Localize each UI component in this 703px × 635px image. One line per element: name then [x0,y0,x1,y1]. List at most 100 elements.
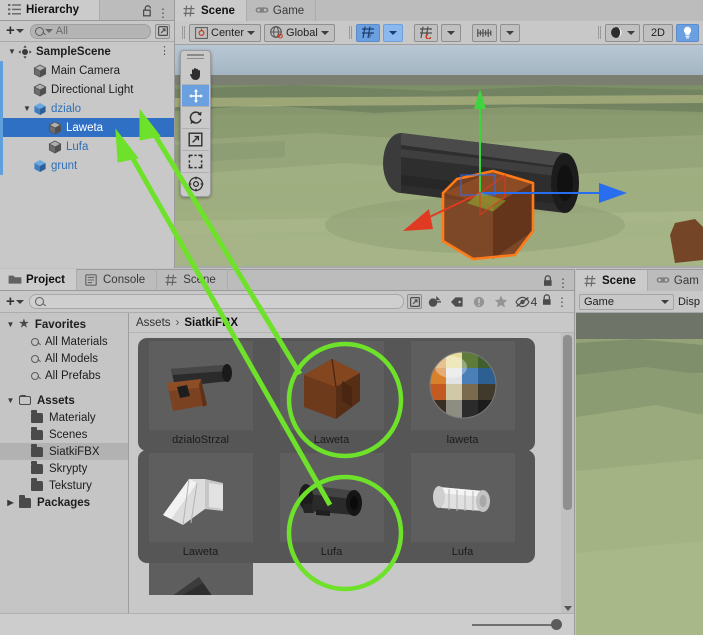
gameobject-cube-icon [33,63,47,78]
hand-tool[interactable] [182,62,209,84]
thumbnail-zoom-slider[interactable] [472,619,562,630]
project-tree-item-materialy[interactable]: Materialy [0,409,128,426]
mode-2d-button[interactable]: 2D [642,23,673,42]
scene-viewport[interactable] [175,45,703,268]
asset-item-dzialoStrzal[interactable]: dzialoStrzal [135,341,266,446]
hierarchy-item-label: Directional Light [51,83,134,96]
project-search-popout-button[interactable] [407,294,422,309]
project-tree-item-all-materials[interactable]: All Materials [0,333,128,350]
project-search-input[interactable] [28,294,404,309]
game-viewport[interactable] [576,313,703,635]
kebab-menu-icon[interactable]: ⋮ [557,277,569,289]
kebab-menu-icon[interactable]: ⋮ [159,46,170,57]
asset-item-Laweta[interactable]: Laweta [135,453,266,558]
project-tree-item-favorites[interactable]: ▼ ★ Favorites [0,316,128,333]
game-view-dropdown[interactable]: Game [579,293,674,310]
hierarchy-search-input[interactable]: All [29,23,151,39]
label-tag-icon[interactable] [447,293,466,310]
asset-label: dzialoStrzal [172,434,229,446]
hierarchy-item-main-camera[interactable]: Main Camera [0,61,174,80]
project-tree-item-scenes[interactable]: Scenes [0,426,128,443]
scene-tab-scene[interactable]: Scene [175,0,247,21]
hierarchy-item-label: Lufa [66,140,89,153]
expand-arrow-icon[interactable]: ▶ [5,498,16,507]
palette-drag-handle[interactable] [187,53,204,60]
grid-axis-button[interactable]: Y [355,23,380,42]
asset-thumbnail [148,341,253,430]
expand-arrow-icon[interactable]: ▼ [21,104,33,113]
asset-grid[interactable]: dzialoStrzal Laweta laweta Laweta Lufa Lufa [129,333,574,613]
hierarchy-item-lufa[interactable]: Lufa [0,137,174,156]
kebab-menu-icon[interactable]: ⋮ [556,296,568,308]
favorite-star-icon[interactable] [491,293,510,310]
pivot-mode-button[interactable]: Center [189,23,262,42]
hierarchy-item-samplescene[interactable]: ▼ SampleScene ⋮ [0,42,174,61]
project-tab-scene[interactable]: Scene [157,269,228,290]
scene-light-toggle[interactable] [676,23,699,42]
project-tree-item-all-models[interactable]: All Models [0,350,128,367]
hierarchy-item-dzialo[interactable]: ▼ dzialo [0,99,174,118]
breadcrumb-item-siatkifbx[interactable]: SiatkiFBX [184,317,238,329]
project-tree-item-assets[interactable]: ▼ Assets [0,392,128,409]
scene-lighting-button[interactable] [604,23,640,42]
move-tool[interactable] [182,84,209,106]
save-filter-icon[interactable] [425,293,444,310]
asset-item-laweta[interactable]: laweta [397,341,528,446]
tab-hierarchy[interactable]: Hierarchy [0,0,101,20]
lock-closed-icon[interactable] [542,294,552,309]
asset-grid-scrollbar[interactable] [561,333,574,613]
breadcrumb-item-assets[interactable]: Assets [136,317,171,329]
expand-arrow-icon[interactable]: ▼ [5,396,16,405]
grid-hash-icon [165,274,178,286]
project-tab-console[interactable]: Console [77,269,158,290]
grid-snap-button[interactable] [413,23,438,42]
display-label: Disp [677,295,700,308]
star-icon: ★ [19,318,29,330]
project-tab-project[interactable]: Project [0,269,77,290]
kebab-menu-icon[interactable]: ⋮ [157,7,169,19]
prefab-cube-icon [33,102,47,116]
snap-increment-button[interactable] [471,23,497,42]
asset-item-Lufa[interactable]: Lufa [266,453,397,558]
hidden-packages-icon[interactable]: 4 [513,293,539,310]
expand-arrow-icon[interactable]: ▼ [6,47,18,56]
hierarchy-indent-guide [0,156,3,175]
add-label: + [6,292,15,310]
create-asset-button[interactable]: + [4,292,26,310]
project-tree-item-tekstury[interactable]: Tekstury [0,477,128,494]
game-toolbar: Game Disp [576,291,703,313]
asset-item-Lufa[interactable]: Lufa [397,453,528,558]
game-tab-gam[interactable]: Gam [648,270,703,291]
grid-axis-dropdown[interactable] [382,23,403,42]
lock-open-icon[interactable] [142,5,153,20]
rect-tool[interactable] [182,150,209,172]
transform-tool[interactable] [182,172,209,194]
warning-filter-icon[interactable] [469,293,488,310]
grid-snap-dropdown[interactable] [440,23,461,42]
svg-text:Y: Y [368,34,372,39]
asset-item-Laweta[interactable]: Laweta [266,341,397,446]
project-tree-item-packages[interactable]: ▶ Packages [0,494,128,511]
expand-arrow-icon[interactable]: ▼ [5,320,16,329]
snap-increment-dropdown[interactable] [499,23,520,42]
rotate-tool[interactable] [182,106,209,128]
project-tree-item-siatkifbx[interactable]: SiatkiFBX [0,443,128,460]
search-popout-button[interactable] [155,23,170,39]
project-tree-item-skrypty[interactable]: Skrypty [0,460,128,477]
coordinate-space-button[interactable]: Global [264,23,335,42]
hierarchy-item-grunt[interactable]: grunt [0,156,174,175]
asset-label: Laweta [182,546,219,558]
game-panel: Scene Gam Game Disp [576,269,703,635]
lock-closed-icon[interactable] [543,275,553,290]
hierarchy-item-laweta[interactable]: Laweta [0,118,174,137]
tab-label: Scene [602,274,636,287]
game-tab-scene[interactable]: Scene [576,270,648,291]
hierarchy-item-directional-light[interactable]: Directional Light [0,80,174,99]
add-gameobject-button[interactable]: + [4,23,26,38]
scale-tool[interactable] [182,128,209,150]
scene-tab-game[interactable]: Game [247,0,317,21]
hierarchy-indent-guide [0,137,3,156]
project-tree-item-all-prefabs[interactable]: All Prefabs [0,367,128,384]
hierarchy-item-label: SampleScene [36,45,111,58]
gameobject-cube-icon [33,82,47,97]
